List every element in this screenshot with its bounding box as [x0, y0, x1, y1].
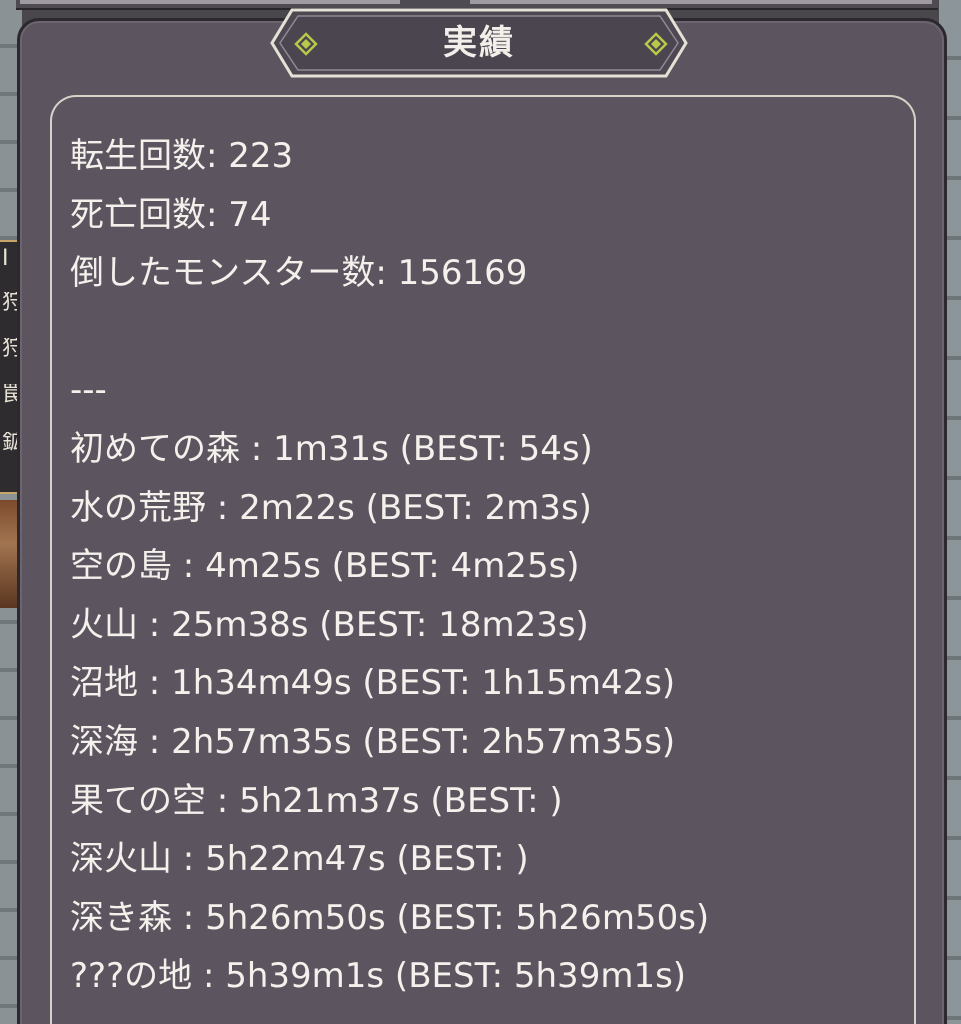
background-sign-glyph: I — [2, 248, 9, 270]
background-decoration — [0, 500, 18, 608]
stat-separator: --- — [70, 370, 107, 411]
stat-monster-kills: 倒したモンスター数: 156169 — [70, 253, 528, 294]
area-time-row: 初めての森 : 1m31s (BEST: 54s) — [70, 428, 593, 469]
top-tab-right[interactable] — [470, 0, 932, 4]
background-sign-glyph: 狩 — [2, 338, 18, 360]
area-time-row: 深き森 : 5h26m50s (BEST: 5h26m50s) — [70, 897, 710, 938]
area-time-row: 空の島 : 4m25s (BEST: 4m25s) — [70, 546, 580, 587]
stat-rebirth-count: 転生回数: 223 — [70, 136, 294, 176]
panel-title: 実績 — [443, 23, 515, 63]
top-tab-left[interactable] — [20, 0, 400, 4]
area-time-row: 果ての空 : 5h21m37s (BEST: ) — [70, 780, 563, 821]
area-time-row: ???の地 : 5h39m1s (BEST: 5h39m1s) — [70, 956, 687, 997]
stat-death-count: 死亡回数: 74 — [70, 194, 272, 235]
background-menu-sign: I 狩 狩 罠 鉱 — [0, 240, 18, 494]
title-tab: 実績 — [270, 8, 688, 78]
background-sign-glyph: 罠 — [2, 384, 18, 406]
area-time-row: 沼地 : 1h34m49s (BEST: 1h15m42s) — [70, 663, 676, 704]
achievement-stats: 転生回数: 223 死亡回数: 74 倒したモンスター数: 156169 ---… — [70, 127, 910, 1006]
area-time-row: 水の荒野 : 2m22s (BEST: 2m3s) — [70, 487, 592, 528]
background-sign-glyph: 鉱 — [2, 432, 18, 454]
area-time-row: 火山 : 25m38s (BEST: 18m23s) — [70, 604, 589, 645]
game-screen: I 狩 狩 罠 鉱 実績 転生回数: 223 死亡回数: 74 倒したモンスター… — [0, 0, 961, 1024]
area-time-row: 深海 : 2h57m35s (BEST: 2h57m35s) — [70, 721, 676, 762]
background-sign-glyph: 狩 — [2, 292, 18, 314]
area-time-row: 深火山 : 5h22m47s (BEST: ) — [70, 839, 529, 880]
